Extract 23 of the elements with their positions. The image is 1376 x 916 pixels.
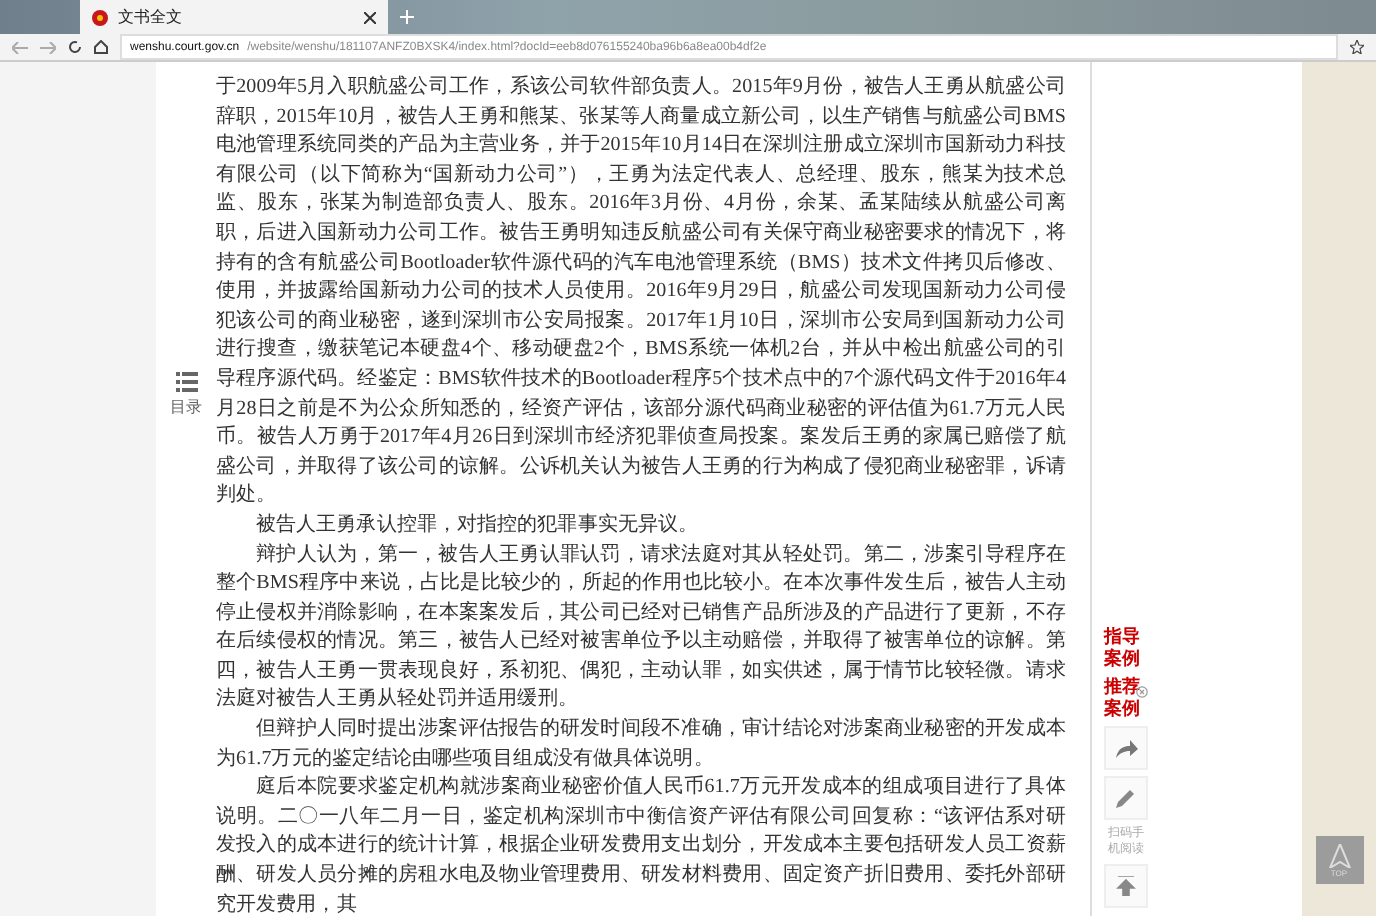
up-arrow-button[interactable] xyxy=(1104,864,1148,908)
home-icon[interactable] xyxy=(94,40,108,54)
close-icon[interactable] xyxy=(364,11,376,23)
toc-label[interactable]: 目录 xyxy=(170,396,202,418)
share-arrow-icon xyxy=(1115,739,1137,757)
pencil-icon xyxy=(1116,788,1136,808)
paragraph: 于2009年5月入职航盛公司工作，系该公司软件部负责人。2015年9月份，被告人王勇从航盛公司辞职，2015年10月，被告人王勇和熊某、张某等人商量成立新公司，以生产销售与航盛公司BMS电池管理系统同类的产品为主营业务，并于2015年10月14日在深圳注册成立深圳市国新动力科技有限公司（以下简称为“国新动力公司”），王勇为法定代表人、总经理、股东，熊某为技术总监、股东，张某为制造部负责人、股东。2016年3月份、4月份，余某、孟某陆续从航盛公司离职，后进入国新动力公司工作。被告王勇明知违反航盛公司有关保守商业秘密要求的情况下，将持有的含有航盛公司Bootloader软件源代码的汽车电池管理系统（BMS）技术文件拷贝后修改、使用，并披露给国新动力公司的技术人员使用。2016年9月29日，航盛公司发现国新动力公司侵犯该公司的商业秘密，遂到深圳市公安局报案。2017年1月10日，深圳市公安局到国新动力公司进行搜查，缴获笔记本硬盘4个、移动硬盘2个，BMS系统一体机2台，并从中检出航盛公司的引导程序源代码。经鉴定：BMS软件技术的Bootloader程序5个技术点中的7个源代码文件于2016年4月28日之前是不为公众所知悉的，经资产评估，该部分源代码商业秘密的评估值为61.7万元人民币。被告人万勇于2017年4月26日到深圳市经济犯罪侦查局投案。案发后王勇的家属已赔偿了航盛公司，并取得了该公司的谅解。公诉机关认为被告人王勇的行为构成了侵犯商业秘密罪，诉请判处。 xyxy=(216,74,1066,511)
case-link[interactable]: 推荐案例 xyxy=(1104,676,1152,720)
list-icon[interactable] xyxy=(175,372,197,392)
refresh-icon[interactable] xyxy=(68,40,82,54)
share-button[interactable] xyxy=(1104,726,1148,770)
emblem-icon xyxy=(92,9,108,25)
edit-button[interactable] xyxy=(1104,776,1148,820)
up-arrow-icon xyxy=(1116,876,1136,896)
arrow-up-icon xyxy=(1327,843,1351,867)
close-icon[interactable] xyxy=(1136,686,1148,702)
paragraph: 庭后本院要求鉴定机构就涉案商业秘密价值人民币61.7万元开发成本的组成项目进行了具体说明。二〇一八年二月一日，鉴定机构深圳市中衡信资产评估有限公司回复称：“该评估系对研发投入的成本进行的统计计算，根据企业研发费用支出划分，开发成本主要包括研发人员工资薪酬、研发人员分摊的房租水电及物业管理费用、研发材料费用、固定资产折旧费用、委托外部研究开发费用，其 xyxy=(216,774,1066,916)
paragraph: 辩护人认为，第一，被告人王勇认罪认罚，请求法庭对其从轻处罚。第二，涉案引导程序在整个BMS程序中来说，占比是比较少的，所起的作用也比较小。在本次事件发生后，被告人主动停止侵权并消除影响，在本案案发后，其公司已经对已销售产品所涉及的产品进行了更新，不存在后续侵权的情况。第三，被告人已经对被害单位予以主动赔偿，并取得了被害单位的谅解。第四，被告人王勇一贯表现良好，系初犯、偶犯，主动认罪，如实供述，属于情节比较轻微。请求法庭对被告人王勇从轻处罚并适用缓刑。 xyxy=(216,541,1066,715)
case-link[interactable]: 指导案例 xyxy=(1104,626,1152,670)
paragraph: 被告人王勇承认控罪，对指控的犯罪事实无异议。 xyxy=(254,511,701,540)
browser-tab[interactable]: 文书全文 xyxy=(80,0,388,34)
paragraph: 但辩护人同时提出涉案评估报告的研发时间段不准确，审计结论对涉案商业秘密的开发成本为61.7万元的鉴定结论由哪些项目组成没有做具体说明。 xyxy=(216,716,1066,774)
star-icon[interactable] xyxy=(1350,40,1364,54)
